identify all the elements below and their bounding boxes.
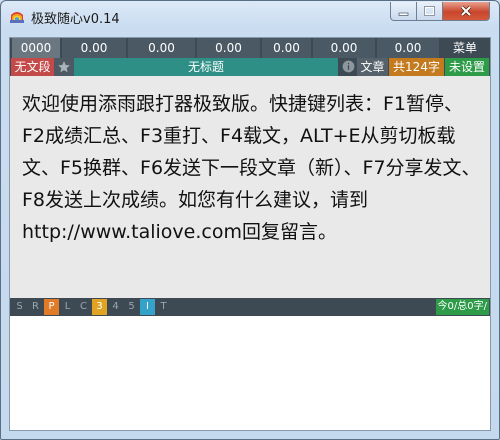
info-bar: 无文段 无标题 文章 共124字 未设置 (10, 58, 490, 76)
maximize-button[interactable] (417, 2, 443, 21)
app-window: 极致随心v0.14 0000 0.00 0.00 0.00 0.00 0.00 … (0, 0, 500, 440)
stat-cell-2: 0.00 (128, 38, 195, 58)
toggle-s[interactable]: S (12, 299, 27, 315)
stat-cell-3: 0.00 (197, 38, 260, 58)
toggle-i[interactable]: I (140, 299, 155, 315)
toggle-l[interactable]: L (60, 299, 75, 315)
app-logo-icon (10, 12, 24, 23)
close-button[interactable] (443, 2, 490, 21)
char-total: 共124字 (389, 58, 444, 76)
stat-cell-6: 0.00 (377, 38, 439, 58)
maximize-icon (424, 6, 435, 16)
star-icon (58, 61, 70, 73)
favorite-button[interactable] (54, 58, 74, 76)
toggle-c[interactable]: C (76, 299, 91, 315)
info-button[interactable] (340, 58, 356, 76)
article-title[interactable]: 无标题 (74, 58, 338, 76)
window-title: 极致随心v0.14 (31, 12, 120, 27)
segment-label[interactable]: 无文段 (11, 58, 54, 76)
title-bar[interactable]: 极致随心v0.14 (1, 1, 499, 31)
stat-cell-4: 0.00 (262, 38, 311, 58)
status-bar: S R P L C 3 4 5 I T 今0/总0字/ (10, 298, 490, 316)
toggle-5[interactable]: 5 (124, 299, 139, 315)
passage-panel: 欢迎使用添雨跟打器极致版。快捷键列表：F1暂停、F2成绩汇总、F3重打、F4载文… (10, 76, 490, 298)
settings-status[interactable]: 未设置 (445, 58, 489, 76)
minimize-icon (398, 12, 409, 16)
typing-input[interactable] (10, 316, 490, 430)
close-icon (460, 5, 472, 17)
minimize-button[interactable] (390, 2, 417, 21)
stat-cell-1: 0.00 (62, 38, 126, 58)
info-icon (342, 60, 354, 73)
toggle-4[interactable]: 4 (108, 299, 123, 315)
stat-cell-0: 0000 (12, 38, 60, 58)
menu-button[interactable]: 菜单 (441, 38, 489, 58)
typing-progress: 今0/总0字/ (435, 299, 489, 315)
toggle-r[interactable]: R (28, 299, 43, 315)
main-panel: 0000 0.00 0.00 0.00 0.00 0.00 0.00 菜单 无文… (9, 37, 491, 431)
stat-cell-5: 0.00 (313, 38, 375, 58)
toggle-p[interactable]: P (44, 299, 59, 315)
passage-text: 欢迎使用添雨跟打器极致版。快捷键列表：F1暂停、F2成绩汇总、F3重打、F4载文… (22, 93, 481, 243)
article-button[interactable]: 文章 (357, 58, 388, 76)
stats-bar: 0000 0.00 0.00 0.00 0.00 0.00 0.00 菜单 (10, 38, 490, 58)
toggle-t[interactable]: T (156, 299, 171, 315)
toggle-3[interactable]: 3 (92, 299, 107, 315)
